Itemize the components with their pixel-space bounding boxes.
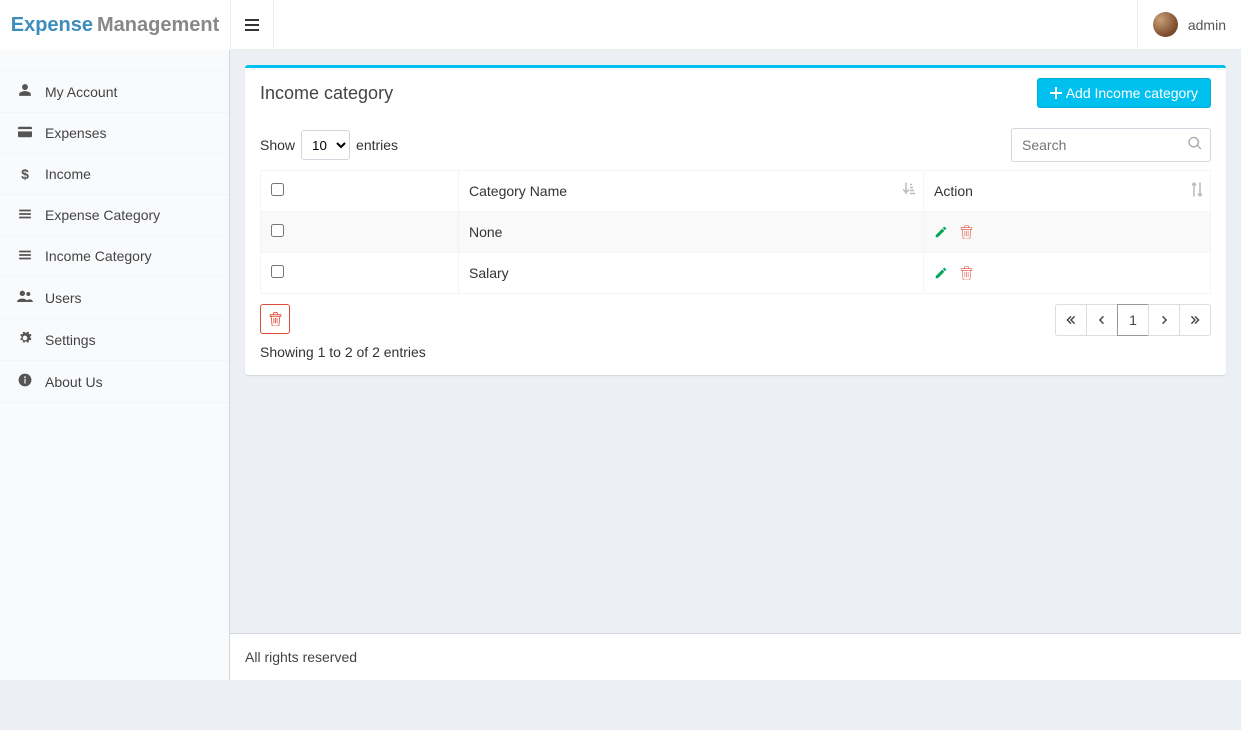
sidebar: My Account Expenses $ Income Expense Cat…: [0, 50, 230, 680]
column-select-all: [261, 171, 459, 212]
credit-card-icon: [15, 125, 35, 141]
show-label: Show: [260, 137, 295, 153]
pencil-icon: [934, 225, 948, 239]
angle-double-right-icon: [1190, 315, 1200, 325]
table-row: Salary: [261, 253, 1211, 294]
cell-category-name: Salary: [459, 253, 924, 294]
sidebar-item-label: Expense Category: [45, 207, 160, 223]
sidebar-item-label: My Account: [45, 84, 117, 100]
column-label: Action: [934, 183, 973, 199]
sidebar-item-label: Users: [45, 290, 82, 306]
main-footer: All rights reserved: [230, 633, 1241, 680]
user-icon: [15, 83, 35, 100]
sidebar-item-expenses[interactable]: Expenses: [0, 113, 229, 153]
box-body: Show 10 entries: [245, 118, 1226, 375]
datatable-length: Show 10 entries: [260, 130, 398, 160]
users-icon: [15, 289, 35, 306]
content-wrapper: Income category Add Income category Show…: [230, 50, 1241, 629]
bulk-delete-button[interactable]: [260, 304, 290, 334]
hamburger-icon: [245, 18, 259, 32]
sidebar-item-settings[interactable]: Settings: [0, 319, 229, 360]
pagination-prev-button[interactable]: [1086, 304, 1118, 336]
trash-icon: [269, 312, 282, 326]
select-all-checkbox[interactable]: [271, 183, 284, 196]
add-income-category-button[interactable]: Add Income category: [1037, 78, 1211, 108]
pagination-page-1[interactable]: 1: [1117, 304, 1149, 336]
sidebar-item-label: Income: [45, 166, 91, 182]
dollar-icon: $: [15, 166, 35, 182]
sidebar-item-label: Settings: [45, 332, 96, 348]
search-icon: [1187, 136, 1203, 155]
app-logo[interactable]: Expense Management: [0, 0, 230, 50]
info-icon: [15, 373, 35, 390]
user-menu-button[interactable]: admin: [1137, 0, 1241, 50]
logo-word-2: Management: [97, 14, 219, 37]
edit-button[interactable]: [934, 225, 948, 239]
pagination-last-button[interactable]: [1179, 304, 1211, 336]
datatable-info: Showing 1 to 2 of 2 entries: [260, 344, 1211, 360]
sidebar-item-about-us[interactable]: About Us: [0, 361, 229, 402]
column-category-name[interactable]: Category Name: [459, 171, 924, 212]
column-label: Category Name: [469, 183, 567, 199]
cell-category-name: None: [459, 212, 924, 253]
trash-icon: [960, 266, 973, 280]
avatar: [1153, 12, 1178, 37]
angle-right-icon: [1160, 315, 1168, 325]
search-input[interactable]: [1011, 128, 1211, 162]
sidebar-menu: My Account Expenses $ Income Expense Cat…: [0, 50, 229, 403]
page-title: Income category: [260, 83, 393, 104]
top-navbar: admin: [230, 0, 1241, 50]
logo-word-1: Expense: [11, 14, 93, 37]
angle-left-icon: [1098, 315, 1106, 325]
main-header: Expense Management admin: [0, 0, 1241, 50]
pagination: 1: [1056, 304, 1211, 336]
sidebar-item-expense-category[interactable]: Expense Category: [0, 195, 229, 235]
sidebar-item-my-account[interactable]: My Account: [0, 71, 229, 112]
page-number: 1: [1129, 312, 1137, 328]
add-button-label: Add Income category: [1066, 85, 1198, 101]
box-header: Income category Add Income category: [245, 68, 1226, 118]
datatable-footer: 1: [260, 304, 1211, 336]
box-income-category: Income category Add Income category Show…: [245, 65, 1226, 375]
table-row: None: [261, 212, 1211, 253]
entries-select[interactable]: 10: [301, 130, 350, 160]
sidebar-item-label: Income Category: [45, 248, 152, 264]
sidebar-item-users[interactable]: Users: [0, 277, 229, 318]
plus-icon: [1050, 87, 1062, 99]
pencil-icon: [934, 266, 948, 280]
sidebar-item-income-category[interactable]: Income Category: [0, 236, 229, 276]
angle-double-left-icon: [1066, 315, 1076, 325]
entries-label: entries: [356, 137, 398, 153]
income-category-table: Category Name Action: [260, 170, 1211, 294]
datatable-toolbar: Show 10 entries: [260, 128, 1211, 162]
sidebar-toggle-button[interactable]: [230, 0, 274, 50]
sidebar-item-income[interactable]: $ Income: [0, 154, 229, 194]
trash-icon: [960, 225, 973, 239]
column-action[interactable]: Action: [924, 171, 1211, 212]
pagination-next-button[interactable]: [1148, 304, 1180, 336]
sidebar-item-label: About Us: [45, 374, 103, 390]
sort-icon: [1192, 183, 1202, 200]
delete-button[interactable]: [960, 225, 973, 239]
list-icon: [15, 248, 35, 264]
pagination-first-button[interactable]: [1055, 304, 1087, 336]
list-icon: [15, 207, 35, 223]
sidebar-item-label: Expenses: [45, 125, 106, 141]
cogs-icon: [15, 331, 35, 348]
edit-button[interactable]: [934, 266, 948, 280]
row-checkbox[interactable]: [271, 224, 284, 237]
search-wrap: [1011, 128, 1211, 162]
footer-text: All rights reserved: [245, 649, 357, 665]
sort-asc-icon: [903, 183, 915, 200]
user-name: admin: [1188, 17, 1226, 33]
delete-button[interactable]: [960, 266, 973, 280]
row-checkbox[interactable]: [271, 265, 284, 278]
